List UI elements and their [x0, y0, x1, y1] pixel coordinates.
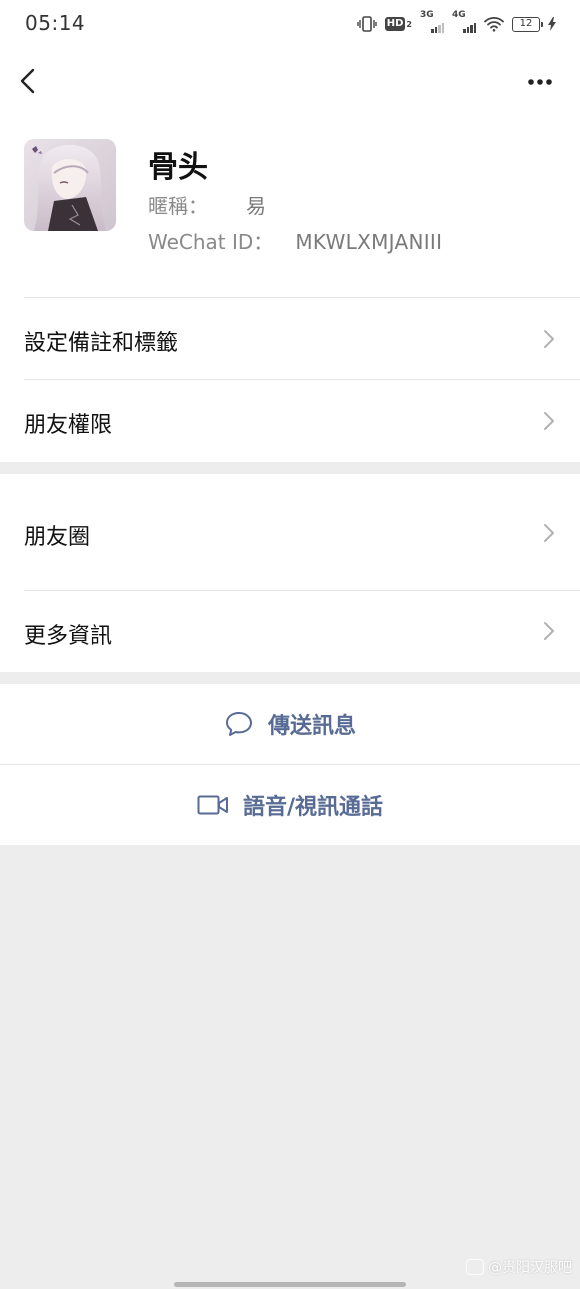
profile-name: 骨头 — [148, 150, 208, 185]
menu-item-label: 更多資訊 — [24, 624, 113, 649]
chat-bubble-icon — [225, 712, 252, 736]
home-indicator[interactable] — [174, 1282, 406, 1287]
voice-video-call-label: 語音/視訊通話 — [242, 795, 384, 820]
back-button[interactable] — [12, 63, 48, 99]
send-message-label: 傳送訊息 — [267, 714, 356, 739]
avatar[interactable] — [24, 139, 116, 231]
wifi-icon — [484, 16, 504, 32]
menu-item-moments[interactable]: 朋友圈 — [0, 474, 580, 591]
menu-item-label: 朋友權限 — [24, 413, 113, 438]
send-message-button[interactable]: 傳送訊息 — [0, 684, 580, 764]
nav-bar — [0, 48, 580, 114]
chevron-right-icon — [544, 622, 554, 640]
charging-bolt-icon — [548, 17, 556, 31]
menu-item-label: 設定備註和標籤 — [24, 331, 179, 356]
wechat-id-label: WeChat ID： — [148, 230, 274, 254]
nickname-value: 易 — [246, 194, 266, 218]
watermark-text: @贵阳汉服吧 — [488, 1260, 572, 1276]
watermark: @贵阳汉服吧 — [466, 1257, 572, 1277]
voice-video-call-button[interactable]: 語音/視訊通話 — [0, 765, 580, 845]
video-camera-icon — [197, 795, 228, 815]
battery-icon: 12 — [512, 16, 543, 32]
chevron-left-icon — [20, 68, 35, 94]
chevron-right-icon — [544, 330, 554, 348]
hd-icon: HD 2 — [384, 17, 412, 31]
avatar-illustration — [24, 139, 116, 231]
menu-item-more-info[interactable]: 更多資訊 — [0, 591, 580, 672]
menu-item-label: 朋友圈 — [24, 525, 91, 550]
chevron-right-icon — [544, 412, 554, 430]
menu-item-set-remark[interactable]: 設定備註和標籤 — [0, 298, 580, 380]
status-icons: HD 2 3G 4G 12 — [357, 10, 556, 36]
status-bar: 05:14 HD 2 3G 4G 12 — [0, 0, 580, 48]
watermark-icon — [466, 1259, 484, 1275]
more-options-button[interactable] — [520, 68, 560, 96]
more-dots-icon — [528, 79, 552, 85]
signal-3g-icon: 3G — [420, 10, 444, 35]
chevron-right-icon — [544, 524, 554, 542]
nickname-line: 暱稱： 易 — [148, 190, 266, 219]
wechat-id-line: WeChat ID： MKWLXMJANIII — [148, 226, 442, 255]
menu-item-friend-permissions[interactable]: 朋友權限 — [0, 380, 580, 462]
profile-header: 骨头 暱稱： 易 WeChat ID： MKWLXMJANIII — [0, 114, 580, 298]
wechat-id-value: MKWLXMJANIII — [295, 230, 443, 254]
nickname-label: 暱稱： — [148, 194, 208, 218]
vibrate-icon — [357, 15, 377, 33]
status-time: 05:14 — [25, 11, 86, 35]
signal-4g-icon: 4G — [452, 10, 476, 35]
